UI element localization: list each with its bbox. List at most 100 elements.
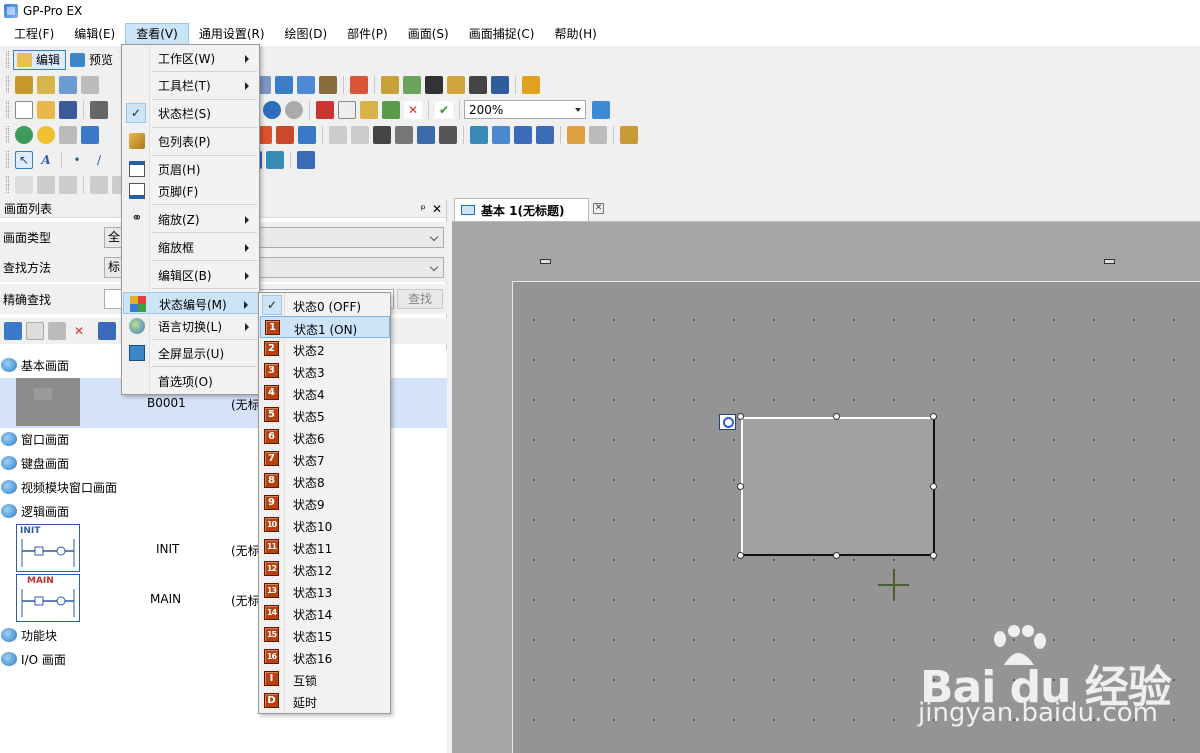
state-item-delay[interactable]: D 延时	[260, 690, 390, 712]
list-icon[interactable]	[536, 125, 554, 144]
state-item-2[interactable]: 2 状态2	[260, 338, 390, 360]
category-window[interactable]: 窗口画面	[0, 428, 69, 450]
resize-handle[interactable]	[737, 413, 744, 420]
state-item-0[interactable]: ✓ 状态0 (OFF)	[260, 294, 390, 316]
toolbar-grip[interactable]	[6, 151, 9, 168]
copy-icon[interactable]	[338, 100, 356, 119]
data-display-icon[interactable]	[59, 125, 77, 144]
window-icon[interactable]	[329, 125, 347, 144]
menu-screen[interactable]: 画面(S)	[398, 23, 459, 45]
part-icon[interactable]	[469, 75, 487, 94]
resize-handle[interactable]	[737, 552, 744, 559]
table-icon[interactable]	[351, 125, 369, 144]
menu-item-workspace[interactable]: 工作区(W)	[123, 47, 259, 69]
state-item-16[interactable]: 16 状态16	[260, 646, 390, 668]
menu-item-toolbars[interactable]: 工具栏(T)	[123, 74, 259, 96]
image-icon[interactable]	[266, 150, 284, 169]
menu-view[interactable]: 查看(V)	[125, 23, 189, 45]
state-item-7[interactable]: 7 状态7	[260, 448, 390, 470]
check-icon[interactable]: ✔	[435, 100, 453, 119]
resize-handle[interactable]	[833, 552, 840, 559]
menu-item-edit-area[interactable]: 编辑区(B)	[123, 264, 259, 286]
picture-icon[interactable]	[492, 125, 510, 144]
keypad-icon[interactable]	[373, 125, 391, 144]
menu-draw[interactable]: 绘图(D)	[275, 23, 338, 45]
state-item-11[interactable]: 11 状态11	[260, 536, 390, 558]
state-item-14[interactable]: 14 状态14	[260, 602, 390, 624]
state-item-10[interactable]: 10 状态10	[260, 514, 390, 536]
save-icon[interactable]	[59, 100, 77, 119]
ladder-icon[interactable]	[59, 175, 77, 194]
part-icon[interactable]	[37, 75, 55, 94]
part-icon[interactable]	[350, 75, 368, 94]
menu-item-language[interactable]: 语言切换(L)	[123, 315, 259, 337]
open-folder-icon[interactable]	[37, 100, 55, 119]
category-basic[interactable]: 基本画面	[0, 354, 69, 376]
state-item-9[interactable]: 9 状态9	[260, 492, 390, 514]
state-item-8[interactable]: 8 状态8	[260, 470, 390, 492]
category-function-block[interactable]: 功能块	[0, 624, 57, 646]
menu-item-header[interactable]: 页眉(H)	[123, 158, 259, 180]
state-item-6[interactable]: 6 状态6	[260, 426, 390, 448]
menu-item-fullscreen[interactable]: 全屏显示(U)	[123, 342, 259, 364]
menu-parts[interactable]: 部件(P)	[337, 23, 398, 45]
cut-icon[interactable]	[316, 100, 334, 119]
menu-edit[interactable]: 编辑(E)	[64, 23, 125, 45]
category-logic[interactable]: 逻辑画面	[0, 500, 69, 522]
ladder-icon[interactable]	[15, 175, 33, 194]
close-icon[interactable]: ✕	[593, 203, 604, 214]
part-icon[interactable]	[425, 75, 443, 94]
menu-common-settings[interactable]: 通用设置(R)	[189, 23, 275, 45]
grid-icon[interactable]	[297, 150, 315, 169]
redo-icon[interactable]	[285, 100, 303, 119]
state-item-3[interactable]: 3 状态3	[260, 360, 390, 382]
state-item-15[interactable]: 15 状态15	[260, 624, 390, 646]
state-item-13[interactable]: 13 状态13	[260, 580, 390, 602]
part-icon[interactable]	[275, 75, 293, 94]
video-icon[interactable]	[439, 125, 457, 144]
delete-screen-icon[interactable]: ✕	[70, 322, 88, 340]
part-icon[interactable]	[297, 75, 315, 94]
menu-item-footer[interactable]: 页脚(F)	[123, 180, 259, 202]
menu-item-zoom-box[interactable]: 缩放框	[123, 236, 259, 258]
message-icon[interactable]	[298, 125, 316, 144]
toolbar-grip[interactable]	[6, 101, 9, 118]
paste-screen-icon[interactable]	[48, 322, 66, 340]
monitor-display-icon[interactable]	[417, 125, 435, 144]
close-icon[interactable]: ✕	[432, 202, 442, 216]
picture-icon[interactable]	[470, 125, 488, 144]
menu-screen-capture[interactable]: 画面捕捉(C)	[459, 23, 545, 45]
part-icon[interactable]	[81, 75, 99, 94]
document-tab[interactable]: 基本 1(无标题) ✕	[454, 198, 604, 221]
resize-handle[interactable]	[930, 483, 937, 490]
undo-icon[interactable]	[263, 100, 281, 119]
category-video[interactable]: 视频模块窗口画面	[0, 476, 117, 498]
selected-shape[interactable]	[741, 417, 935, 556]
part-icon[interactable]	[59, 75, 77, 94]
toolbar-grip[interactable]	[6, 126, 9, 143]
resize-handle[interactable]	[930, 552, 937, 559]
resize-handle[interactable]	[930, 413, 937, 420]
state-item-5[interactable]: 5 状态5	[260, 404, 390, 426]
search-button[interactable]: 查找	[397, 289, 443, 309]
preview-button[interactable]: 预览	[66, 50, 119, 70]
text-icon[interactable]: A	[37, 151, 55, 169]
state-item-interlock[interactable]: I 互锁	[260, 668, 390, 690]
part-icon[interactable]	[381, 75, 399, 94]
numeric-icon[interactable]	[81, 125, 99, 144]
new-screen-icon[interactable]	[4, 322, 22, 340]
state-item-12[interactable]: 12 状态12	[260, 558, 390, 580]
menu-project[interactable]: 工程(F)	[4, 23, 64, 45]
paste-icon[interactable]	[360, 100, 378, 119]
pin-icon[interactable]: ᵖ	[421, 202, 426, 216]
select-arrow-icon[interactable]: ↖	[15, 150, 33, 169]
list-icon[interactable]	[514, 125, 532, 144]
menu-item-preferences[interactable]: 首选项(O)	[123, 370, 259, 392]
menu-item-zoom[interactable]: ⚭ 缩放(Z)	[123, 208, 259, 230]
part-icon[interactable]	[319, 75, 337, 94]
menu-item-package-list[interactable]: 包列表(P)	[123, 130, 259, 152]
switch-icon[interactable]	[276, 125, 294, 144]
menu-item-statusbar[interactable]: ✓ 状态栏(S)	[123, 102, 259, 124]
special-icon[interactable]	[589, 125, 607, 144]
part-icon[interactable]	[522, 75, 540, 94]
